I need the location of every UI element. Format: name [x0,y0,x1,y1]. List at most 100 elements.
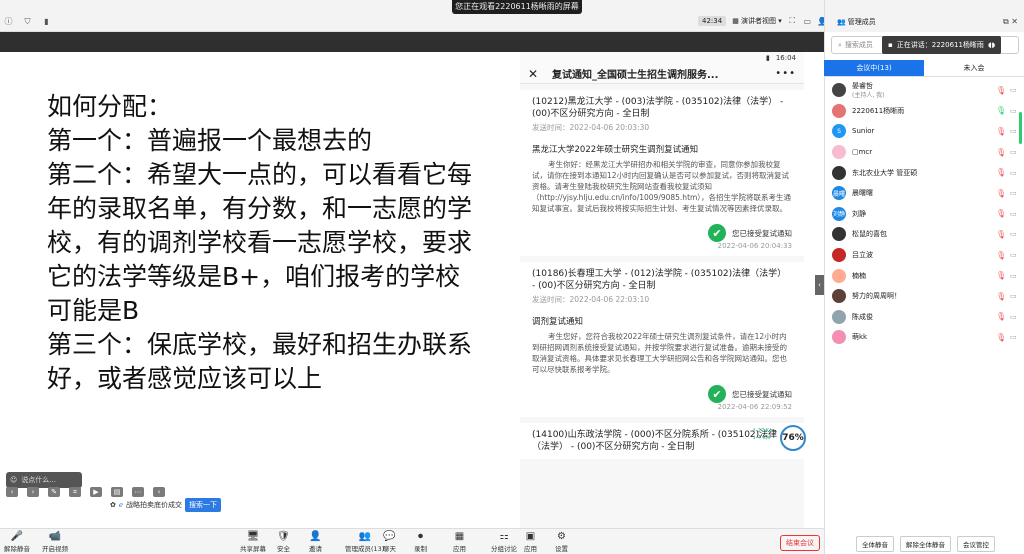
camera-off-icon[interactable]: ▭ [1010,148,1017,156]
unmute-all-button[interactable]: 解除全体静音 [900,536,951,552]
member-row[interactable]: 2220611杨晰雨 🎙 ▭ [824,101,1024,122]
tab-in-meeting[interactable]: 会议中(13) [824,60,924,77]
mic-muted-icon[interactable]: 🎙 [996,312,1006,321]
member-row[interactable]: 努力的周周啊！ 🎙 ▭ [824,286,1024,307]
pen-icon[interactable]: ✎ [48,487,60,497]
mic-muted-icon[interactable]: 🎙 [996,86,1006,95]
slide-line: 第一个：普遍报一个最想去的 [47,126,373,155]
layout-icon[interactable]: ▭ [803,17,812,26]
sound-icon: ◖◗ [987,41,996,49]
member-row[interactable]: 吕立波 🎙 ▭ [824,245,1024,266]
toolbar-mic-off-button[interactable]: 🎤 解除静音 [4,531,30,553]
toolbar-settings-button[interactable]: ⚙ 设置 [555,531,568,553]
mic-muted-icon[interactable]: 🎙 [996,251,1006,260]
member-row[interactable]: 东北农业大学 管亚硕 🎙 ▭ [824,162,1024,183]
collapse-icon[interactable]: ‹ [153,487,165,497]
camera-off-icon[interactable]: ▭ [1010,230,1017,238]
mic-muted-icon[interactable]: 🎙 [996,230,1006,239]
toolbar-apps-button[interactable]: ▣ 应用 [524,531,537,553]
toolbar-members-button[interactable]: 👥 管理成员(13) [345,531,384,553]
toolbar-label: 解除静音 [4,545,30,553]
shield-icon[interactable]: ⛉ [23,17,32,26]
annotation-toolbar: ‹ › ✎ ⌗ ▶ ▤ ⋯ ‹ [6,487,165,497]
chat-icon[interactable]: ▤ [111,487,123,497]
comment-box[interactable]: ☺ 说点什么... [6,472,82,488]
mic-muted-icon[interactable]: 🎙 [996,168,1006,177]
screenshot-icon[interactable]: ⌗ [69,487,81,497]
panel-header: 👥 管理成员 ⧉ ✕ [825,0,1024,32]
member-row[interactable]: 晏睿哲 (主持人, 我) 🎙 ▭ [824,80,1024,101]
apps-icon: ▣ [525,531,536,542]
member-row[interactable]: ▢mcr 🎙 ▭ [824,142,1024,163]
info-icon[interactable]: ⓘ [4,17,13,26]
member-name: 陈成俊 [852,312,873,321]
back-icon[interactable]: ‹ [6,487,18,497]
member-row[interactable]: S Sunior 🎙 ▭ [824,121,1024,142]
meeting-control-button[interactable]: 会议管控 [957,536,995,552]
toolbar-left-icons: ⓘ ⛉ ▮ [4,17,51,27]
toolbar-share-screen-button[interactable]: 🖥 共享屏幕 [240,531,266,553]
member-row[interactable]: 刘静 刘静 🎙 ▭ [824,204,1024,225]
camera-off-icon[interactable]: ▭ [1010,251,1017,259]
mic-muted-icon[interactable]: 🎙 [996,127,1006,136]
mic-muted-icon[interactable]: 🎙 [996,106,1006,115]
toolbar-shield-button[interactable]: 🛡 安全 [277,531,290,553]
mic-muted-icon[interactable]: 🎙 [996,271,1006,280]
accepted-time: 2022-04-06 22:09:52 [717,403,792,411]
end-meeting-button[interactable]: 结束会议 [780,535,820,551]
collapse-panel-button[interactable]: ‹ [815,275,824,295]
toolbar-chat-button[interactable]: 💬 聊天 [383,531,396,553]
member-row[interactable]: 晨曙 晨曙曙 🎙 ▭ [824,183,1024,204]
member-row[interactable]: 楠楠 🎙 ▭ [824,265,1024,286]
panel-close-button[interactable]: ⧉ ✕ [1003,17,1018,27]
toolbar-label: 分组讨论 [491,545,517,553]
mic-muted-icon[interactable]: 🎙 [996,292,1006,301]
view-mode-button[interactable]: ▦ 演讲者视图 ▾ [732,16,782,26]
mic-muted-icon[interactable]: 🎙 [996,189,1006,198]
camera-off-icon[interactable]: ▭ [1010,86,1017,94]
mic-muted-icon[interactable]: 🎙 [996,148,1006,157]
close-icon[interactable]: ✕ [528,67,542,81]
network-icon[interactable]: ▮ [42,17,51,26]
hot-search-chip[interactable]: ✿ ℯ 战略拍卖底价成交 搜索一下 [110,498,222,512]
mic-muted-icon[interactable]: 🎙 [996,333,1006,342]
member-name: 努力的周周啊！ [852,292,901,301]
fullscreen-icon[interactable]: ⛶ [788,16,797,26]
camera-off-icon[interactable]: ▭ [1010,169,1017,177]
hot-search-text: 战略拍卖底价成交 [126,501,183,509]
camera-off-icon[interactable]: ▭ [1010,313,1017,321]
toolbar-record-button[interactable]: ⏺ 录制 [414,531,427,553]
video-icon[interactable]: ▶ [90,487,102,497]
slide-line: 第三个：保底学校，最好和招生办联系 [47,330,473,359]
camera-off-icon[interactable]: ▭ [1010,107,1017,115]
toolbar-apps-button[interactable]: ▦ 应用 [453,531,466,553]
camera-off-icon[interactable]: ▭ [1010,292,1017,300]
member-row[interactable]: 萌kk 🎙 ▭ [824,327,1024,348]
notice-title: 调剂复试通知 [532,317,584,327]
camera-off-icon[interactable]: ▭ [1010,272,1017,280]
member-row[interactable]: 松鼠的喜包 🎙 ▭ [824,224,1024,245]
search-button[interactable]: 搜索一下 [185,498,222,512]
notice-card: (10212)黑龙江大学 - (003)法学院 - (035102)法律（法学）… [520,90,804,256]
member-row[interactable]: 陈成俊 🎙 ▭ [824,307,1024,328]
more-icon[interactable]: ••• [775,68,796,79]
grid-icon: ▦ [732,17,742,25]
camera-off-icon[interactable]: ▭ [1010,127,1017,135]
apps-icon: ▦ [454,531,465,542]
panel-title: 👥 管理成员 [837,18,876,26]
accepted-status: ✔ 您已接受复试通知 [532,224,792,242]
camera-off-icon[interactable]: ▭ [1010,210,1017,218]
toolbar-breakout-button[interactable]: ⚏ 分组讨论 [491,531,517,553]
more-icon[interactable]: ⋯ [132,487,144,497]
camera-off-icon: 📹 [48,531,62,542]
toolbar-camera-off-button[interactable]: 📹 开启视频 [42,531,68,553]
toolbar-invite-button[interactable]: 👤 邀请 [309,531,322,553]
tab-not-joined[interactable]: 未入会 [924,60,1024,77]
mic-muted-icon[interactable]: 🎙 [996,209,1006,218]
mic-off-icon: 🎤 [10,531,24,542]
camera-off-icon[interactable]: ▭ [1010,333,1017,341]
camera-off-icon[interactable]: ▭ [1010,189,1017,197]
mute-all-button[interactable]: 全体静音 [856,536,894,552]
forward-icon[interactable]: › [27,487,39,497]
avatar: 晨曙 [832,186,846,201]
